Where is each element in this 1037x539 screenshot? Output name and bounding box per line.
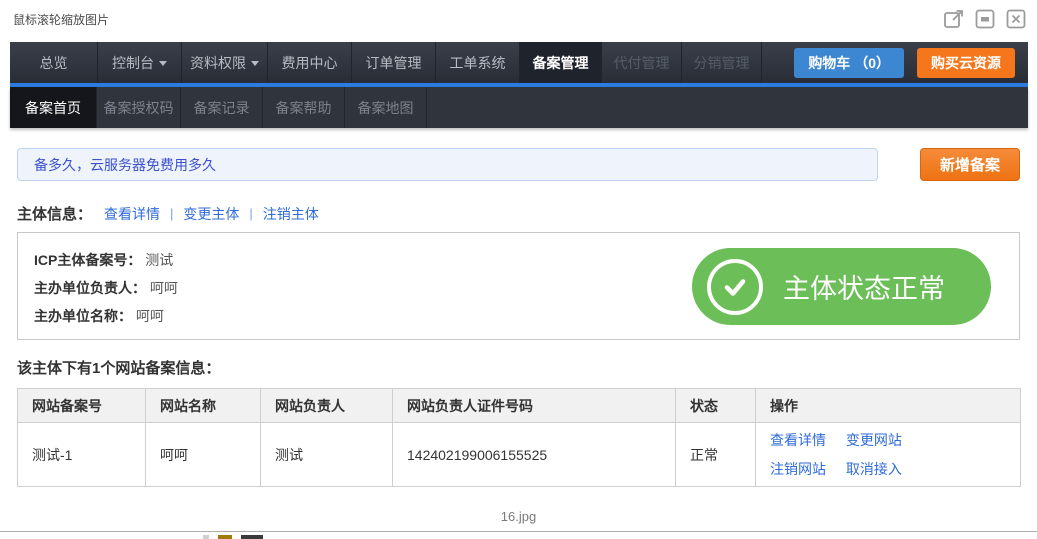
subtab-filing-auth-code[interactable]: 备案授权码 xyxy=(97,87,181,128)
tab-payment-agency[interactable]: 代付管理 xyxy=(602,42,682,83)
cell-owner: 测试 xyxy=(261,423,393,487)
tab-overview[interactable]: 总览 xyxy=(10,42,98,83)
subtab-filing-help[interactable]: 备案帮助 xyxy=(263,87,345,128)
image-viewer: 鼠标滚轮缩放图片 总览 控制台 资料权限 费用中心 订单管理 工单系统 备案管理… xyxy=(0,0,1037,539)
restore-window-icon[interactable] xyxy=(974,8,996,30)
subtab-filing-records[interactable]: 备案记录 xyxy=(181,87,263,128)
subject-fields: ICP主体备案号： 测试 主办单位负责人： 呵呵 主办单位名称： 呵呵 xyxy=(34,246,178,330)
col-owner: 网站负责人 xyxy=(261,389,393,423)
organizer-contact-value: 呵呵 xyxy=(150,280,178,296)
table-header-row: 网站备案号 网站名称 网站负责人 网站负责人证件号码 状态 操作 xyxy=(18,389,1021,423)
viewer-controls xyxy=(943,8,1027,30)
view-site-details-link[interactable]: 查看详情 xyxy=(770,432,826,448)
icp-filing-number-value: 测试 xyxy=(145,252,173,268)
cancel-subject-link[interactable]: 注销主体 xyxy=(263,204,319,224)
subject-status-badge: 主体状态正常 xyxy=(692,248,991,325)
check-circle-icon xyxy=(707,259,763,315)
cell-operations: 查看详情 变更网站 注销网站 取消接入 xyxy=(756,423,1021,487)
icp-filing-number-row: ICP主体备案号： 测试 xyxy=(34,246,178,274)
subject-heading: 主体信息： xyxy=(17,203,92,224)
table-row: 测试-1 呵呵 测试 142402199006155525 正常 查看详情 变更… xyxy=(18,423,1021,487)
tab-filing-management[interactable]: 备案管理 xyxy=(520,42,602,83)
link-separator: | xyxy=(170,206,173,221)
organizer-contact-row: 主办单位负责人： 呵呵 xyxy=(34,274,178,302)
col-id-number: 网站负责人证件号码 xyxy=(393,389,676,423)
viewer-title: 鼠标滚轮缩放图片 xyxy=(13,11,109,28)
subject-info-box: ICP主体备案号： 测试 主办单位负责人： 呵呵 主办单位名称： 呵呵 主体状态… xyxy=(17,232,1020,340)
subtab-filing-map[interactable]: 备案地图 xyxy=(345,87,427,128)
cancel-site-link[interactable]: 注销网站 xyxy=(770,461,826,477)
new-filing-button[interactable]: 新增备案 xyxy=(920,148,1020,181)
sites-section-heading: 该主体下有1个网站备案信息： xyxy=(17,357,220,378)
navigation: 总览 控制台 资料权限 费用中心 订单管理 工单系统 备案管理 代付管理 分销管… xyxy=(10,42,1028,128)
subject-status-text: 主体状态正常 xyxy=(763,267,991,306)
link-separator: | xyxy=(249,206,252,221)
main-nav: 总览 控制台 资料权限 费用中心 订单管理 工单系统 备案管理 代付管理 分销管… xyxy=(10,42,1028,83)
cell-status: 正常 xyxy=(676,423,756,487)
subtab-filing-home[interactable]: 备案首页 xyxy=(10,87,97,128)
col-site-name: 网站名称 xyxy=(146,389,261,423)
tab-data-permissions[interactable]: 资料权限 xyxy=(182,42,268,83)
tab-console[interactable]: 控制台 xyxy=(98,42,182,83)
col-operations: 操作 xyxy=(756,389,1021,423)
caret-down-icon xyxy=(251,61,259,66)
tab-ticket-system[interactable]: 工单系统 xyxy=(436,42,520,83)
view-details-link[interactable]: 查看详情 xyxy=(104,204,160,224)
shopping-cart-button[interactable]: 购物车 （0） xyxy=(794,48,904,78)
col-filing-no: 网站备案号 xyxy=(18,389,146,423)
cell-filing-no: 测试-1 xyxy=(18,423,146,487)
promo-banner[interactable]: 备多久，云服务器免费用多久 xyxy=(17,148,878,181)
cell-site-name: 呵呵 xyxy=(146,423,261,487)
open-in-new-window-icon[interactable] xyxy=(943,8,965,30)
tab-order-management[interactable]: 订单管理 xyxy=(352,42,436,83)
tab-distribution[interactable]: 分销管理 xyxy=(682,42,762,83)
change-subject-link[interactable]: 变更主体 xyxy=(183,204,239,224)
sites-table: 网站备案号 网站名称 网站负责人 网站负责人证件号码 状态 操作 测试-1 呵呵… xyxy=(17,388,1021,487)
image-filename-caption: 16.jpg xyxy=(0,509,1037,524)
close-icon[interactable] xyxy=(1005,8,1027,30)
notice-row: 备多久，云服务器免费用多久 新增备案 xyxy=(17,148,1020,181)
sub-nav: 备案首页 备案授权码 备案记录 备案帮助 备案地图 xyxy=(10,87,1028,128)
change-site-link[interactable]: 变更网站 xyxy=(846,432,902,448)
cell-id-number: 142402199006155525 xyxy=(393,423,676,487)
next-image-sliver xyxy=(0,531,1037,539)
buy-cloud-resources-button[interactable]: 购买云资源 xyxy=(917,48,1015,78)
organizer-name-row: 主办单位名称： 呵呵 xyxy=(34,302,178,330)
caret-down-icon xyxy=(159,61,167,66)
organizer-name-value: 呵呵 xyxy=(136,308,164,324)
col-status: 状态 xyxy=(676,389,756,423)
subject-section-header: 主体信息： 查看详情 | 变更主体 | 注销主体 xyxy=(17,203,319,224)
cancel-access-link[interactable]: 取消接入 xyxy=(846,461,902,477)
tab-billing-center[interactable]: 费用中心 xyxy=(268,42,352,83)
